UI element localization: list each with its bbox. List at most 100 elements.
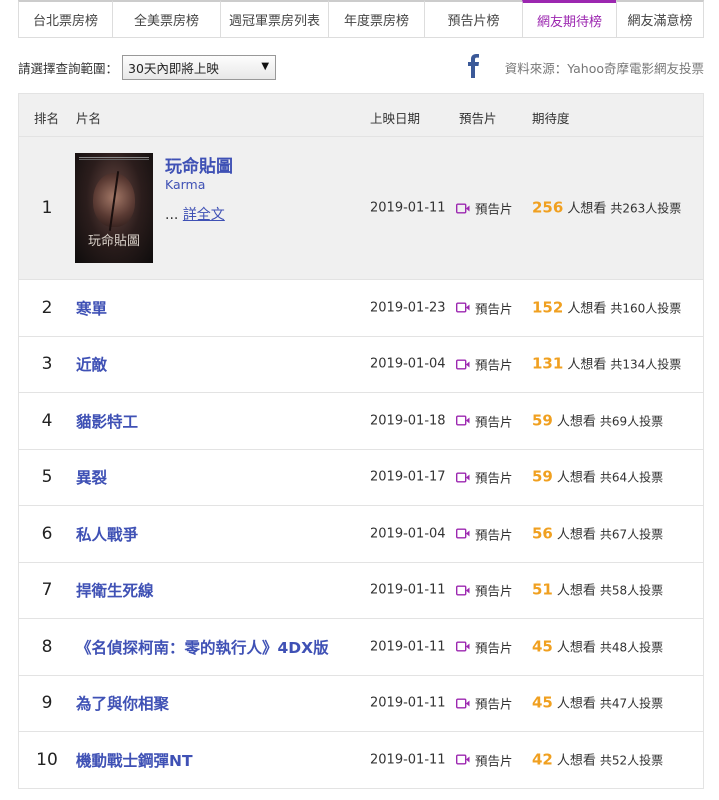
want-count: 152 xyxy=(532,298,564,317)
movie-title-link[interactable]: 私人戰爭 xyxy=(76,523,138,545)
tab-weekly-champion[interactable]: 週冠軍票房列表 xyxy=(220,0,328,38)
vote-stats: 59 人想看 共69人投票 xyxy=(532,410,663,429)
header-rank: 排名 xyxy=(34,111,60,126)
read-more: ... 詳全文 xyxy=(165,204,225,224)
movie-title-link[interactable]: 近敵 xyxy=(76,353,107,375)
release-date: 2019-01-11 xyxy=(370,639,446,655)
rank-number: 5 xyxy=(41,467,53,488)
vote-stats: 56 人想看 共67人投票 xyxy=(532,523,663,542)
ellipsis: ... xyxy=(165,207,179,223)
tab-satisfaction[interactable]: 網友滿意榜 xyxy=(616,0,704,38)
want-label: 人想看 xyxy=(556,470,596,486)
trailer-link[interactable]: 預告片 xyxy=(456,468,513,487)
movie-title-link[interactable]: 捍衛生死線 xyxy=(76,579,154,601)
trailer-label: 預告片 xyxy=(475,414,513,430)
want-label: 人想看 xyxy=(556,583,596,599)
dropdown-arrow-icon: ▼ xyxy=(261,60,270,72)
want-label: 人想看 xyxy=(556,640,596,656)
total-votes: 共67人投票 xyxy=(599,527,664,542)
movie-english-title: Karma xyxy=(165,177,206,192)
want-count: 51 xyxy=(532,580,553,599)
tab-taipei-box-office[interactable]: 台北票房榜 xyxy=(18,0,112,38)
total-votes: 共69人投票 xyxy=(599,414,664,429)
video-camera-icon xyxy=(456,359,470,370)
video-camera-icon xyxy=(456,415,470,426)
want-label: 人想看 xyxy=(556,753,596,769)
rank-number: 2 xyxy=(41,297,53,318)
release-date: 2019-01-11 xyxy=(370,752,446,768)
trailer-link[interactable]: 預告片 xyxy=(456,524,513,543)
facebook-icon[interactable] xyxy=(466,52,480,78)
trailer-label: 預告片 xyxy=(475,470,513,486)
rank-number: 7 xyxy=(41,580,53,601)
tab-us-box-office[interactable]: 全美票房榜 xyxy=(112,0,220,38)
trailer-link[interactable]: 預告片 xyxy=(456,694,513,713)
filter-label: 請選擇查詢範圍： xyxy=(18,60,119,76)
trailer-link[interactable]: 預告片 xyxy=(456,750,513,769)
movie-title-link[interactable]: 異裂 xyxy=(76,466,107,488)
table-row: 1 玩命貼圖 玩命貼圖 Karma ... 詳全文 2019-01-11 預告片… xyxy=(18,137,704,280)
table-row: 7 捍衛生死線 2019-01-11 預告片 51 人想看 共58人投票 xyxy=(18,562,704,619)
trailer-label: 預告片 xyxy=(475,640,513,656)
release-date: 2019-01-04 xyxy=(370,526,446,542)
want-count: 59 xyxy=(532,411,553,430)
want-label: 人想看 xyxy=(567,357,607,373)
table-row: 8 《名偵探柯南：零的執行人》4DX版 2019-01-11 預告片 45 人想… xyxy=(18,619,704,676)
vote-stats: 256 人想看 共263人投票 xyxy=(532,198,681,217)
total-votes: 共64人投票 xyxy=(599,470,664,485)
want-label: 人想看 xyxy=(556,527,596,543)
video-camera-icon xyxy=(456,528,470,539)
tab-trailer-chart[interactable]: 預告片榜 xyxy=(424,0,522,38)
total-votes: 共134人投票 xyxy=(610,357,682,372)
video-camera-icon xyxy=(456,585,470,596)
trailer-link[interactable]: 預告片 xyxy=(456,581,513,600)
filter-row: 請選擇查詢範圍： 30天內即將上映 ▼ 資料來源：Yahoo奇摩電影網友投票 xyxy=(18,54,704,80)
tab-most-anticipated[interactable]: 網友期待榜 xyxy=(522,0,616,38)
tab-yearly-box-office[interactable]: 年度票房榜 xyxy=(328,0,424,38)
trailer-link[interactable]: 預告片 xyxy=(456,355,513,374)
poster-title-text: 玩命貼圖 xyxy=(87,234,140,249)
release-date: 2019-01-17 xyxy=(370,469,446,485)
video-camera-icon xyxy=(456,698,470,709)
video-camera-icon xyxy=(456,472,470,483)
vote-stats: 45 人想看 共47人投票 xyxy=(532,693,663,712)
movie-title-link[interactable]: 為了與你相聚 xyxy=(76,692,169,714)
movie-title-link[interactable]: 玩命貼圖 xyxy=(165,152,233,177)
range-select[interactable]: 30天內即將上映 ▼ xyxy=(122,54,277,80)
want-label: 人想看 xyxy=(567,201,607,217)
rank-number: 3 xyxy=(41,354,53,375)
release-date: 2019-01-18 xyxy=(370,413,446,429)
want-count: 256 xyxy=(532,198,564,217)
trailer-label: 預告片 xyxy=(475,527,513,543)
movie-title-link[interactable]: 機動戰士鋼彈NT xyxy=(76,749,193,771)
trailer-label: 預告片 xyxy=(475,201,513,217)
table-row: 6 私人戰爭 2019-01-04 預告片 56 人想看 共67人投票 xyxy=(18,506,704,563)
movie-title-link[interactable]: 《名偵探柯南：零的執行人》4DX版 xyxy=(76,636,329,658)
trailer-link[interactable]: 預告片 xyxy=(456,199,513,218)
rank-number: 4 xyxy=(41,410,53,431)
want-label: 人想看 xyxy=(556,414,596,430)
trailer-link[interactable]: 預告片 xyxy=(456,411,513,430)
chart-tabs: 台北票房榜 全美票房榜 週冠軍票房列表 年度票房榜 預告片榜 網友期待榜 網友滿… xyxy=(18,0,704,38)
read-more-link[interactable]: 詳全文 xyxy=(183,207,225,223)
trailer-label: 預告片 xyxy=(475,301,513,317)
want-label: 人想看 xyxy=(556,696,596,712)
trailer-link[interactable]: 預告片 xyxy=(456,637,513,656)
want-count: 45 xyxy=(532,693,553,712)
header-trailer: 預告片 xyxy=(459,111,497,126)
trailer-label: 預告片 xyxy=(475,696,513,712)
movie-title-link[interactable]: 寒單 xyxy=(76,297,107,319)
want-count: 131 xyxy=(532,354,564,373)
trailer-label: 預告片 xyxy=(475,357,513,373)
table-row: 10 機動戰士鋼彈NT 2019-01-11 預告片 42 人想看 共52人投票 xyxy=(18,732,704,789)
movie-title-link[interactable]: 貓影特工 xyxy=(76,410,138,432)
movie-poster[interactable]: 玩命貼圖 xyxy=(75,153,153,263)
header-date: 上映日期 xyxy=(370,111,421,126)
total-votes: 共52人投票 xyxy=(599,753,664,768)
trailer-link[interactable]: 預告片 xyxy=(456,298,513,317)
total-votes: 共58人投票 xyxy=(599,583,664,598)
release-date: 2019-01-11 xyxy=(370,200,446,216)
want-count: 45 xyxy=(532,637,553,656)
rank-number: 6 xyxy=(41,523,53,544)
trailer-label: 預告片 xyxy=(475,753,513,769)
